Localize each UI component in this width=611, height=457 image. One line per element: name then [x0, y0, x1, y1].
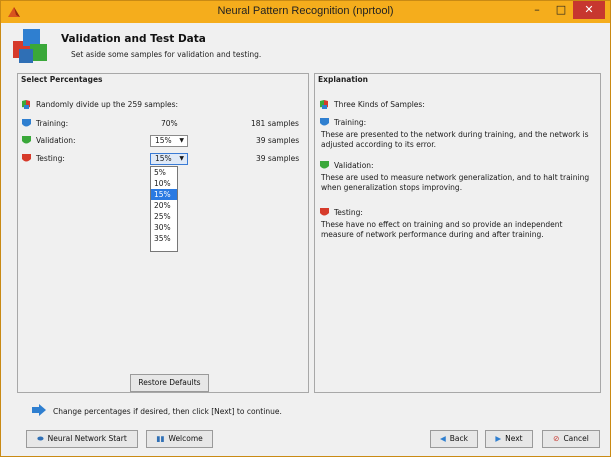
page-subtitle: Set aside some samples for validation an…: [71, 50, 262, 59]
validation-heading: Validation:: [334, 161, 374, 170]
samples-intro: Randomly divide up the 259 samples:: [36, 100, 179, 109]
testing-label: Testing:: [36, 154, 65, 163]
panel-title: Explanation: [318, 75, 369, 84]
dropdown-option[interactable]: 35%: [151, 233, 177, 244]
chevron-down-icon: ▼: [179, 137, 184, 144]
testing-shield-icon: [22, 154, 31, 162]
cube-logo-icon: [13, 29, 47, 63]
validation-shield-icon: [320, 161, 329, 169]
dropdown-option-selected[interactable]: 15%: [151, 189, 177, 200]
dropdown-option[interactable]: 30%: [151, 222, 177, 233]
explanation-intro: Three Kinds of Samples:: [334, 100, 425, 109]
network-icon: ⬬: [37, 434, 44, 443]
maximize-button[interactable]: □: [549, 1, 573, 19]
footer-hint: Change percentages if desired, then clic…: [53, 407, 282, 416]
window-title: Neural Pattern Recognition (nprtool): [217, 5, 394, 17]
chevron-down-icon: ▼: [179, 155, 184, 162]
shield-group-icon: [22, 100, 30, 109]
validation-select-value: 15%: [155, 136, 172, 145]
cancel-button[interactable]: ⊘ Cancel: [542, 430, 600, 448]
training-explanation: These are presented to the network durin…: [321, 130, 589, 149]
testing-dropdown-list[interactable]: 5% 10% 15% 20% 25% 30% 35%: [150, 166, 178, 252]
dropdown-option[interactable]: 20%: [151, 200, 177, 211]
page-header: Validation and Test Data Set aside some …: [1, 23, 610, 69]
close-button[interactable]: ✕: [573, 1, 605, 19]
back-arrow-icon: ◀: [440, 434, 446, 443]
restore-defaults-button[interactable]: Restore Defaults: [130, 374, 209, 392]
training-shield-icon: [320, 118, 329, 126]
validation-shield-icon: [22, 136, 31, 144]
training-shield-icon: [22, 119, 31, 127]
testing-samples: 39 samples: [256, 154, 300, 163]
validation-percent-select[interactable]: 15% ▼: [150, 135, 188, 147]
training-samples: 181 samples: [251, 119, 299, 128]
back-button[interactable]: ◀ Back: [430, 430, 478, 448]
testing-heading: Testing:: [334, 208, 363, 217]
testing-explanation: These have no effect on training and so …: [321, 220, 563, 239]
testing-select-value: 15%: [155, 154, 172, 163]
training-heading: Training:: [334, 118, 367, 127]
next-arrow-icon: ▶: [495, 434, 502, 443]
dropdown-option[interactable]: 25%: [151, 211, 177, 222]
next-button[interactable]: ▶ Next: [485, 430, 533, 448]
welcome-button[interactable]: ▮▮ Welcome: [146, 430, 213, 448]
arrow-right-icon: [32, 404, 46, 416]
neural-network-start-button[interactable]: ⬬ Neural Network Start: [26, 430, 138, 448]
validation-label: Validation:: [36, 136, 76, 145]
page-title: Validation and Test Data: [61, 33, 206, 45]
training-value: 70%: [161, 119, 178, 128]
panel-title: Select Percentages: [21, 75, 103, 84]
cancel-icon: ⊘: [553, 434, 560, 443]
validation-explanation: These are used to measure network genera…: [321, 173, 590, 192]
dropdown-option[interactable]: 5%: [151, 167, 177, 178]
welcome-icon: ▮▮: [156, 434, 165, 443]
dropdown-option[interactable]: 10%: [151, 178, 177, 189]
shield-group-icon: [320, 100, 328, 109]
testing-shield-icon: [320, 208, 329, 216]
app-window: Neural Pattern Recognition (nprtool) – □…: [0, 0, 611, 457]
minimize-button[interactable]: –: [525, 1, 549, 19]
validation-samples: 39 samples: [256, 136, 300, 145]
testing-percent-select[interactable]: 15% ▼: [150, 153, 188, 165]
title-bar[interactable]: Neural Pattern Recognition (nprtool) – □…: [1, 1, 610, 23]
training-label: Training:: [36, 119, 69, 128]
